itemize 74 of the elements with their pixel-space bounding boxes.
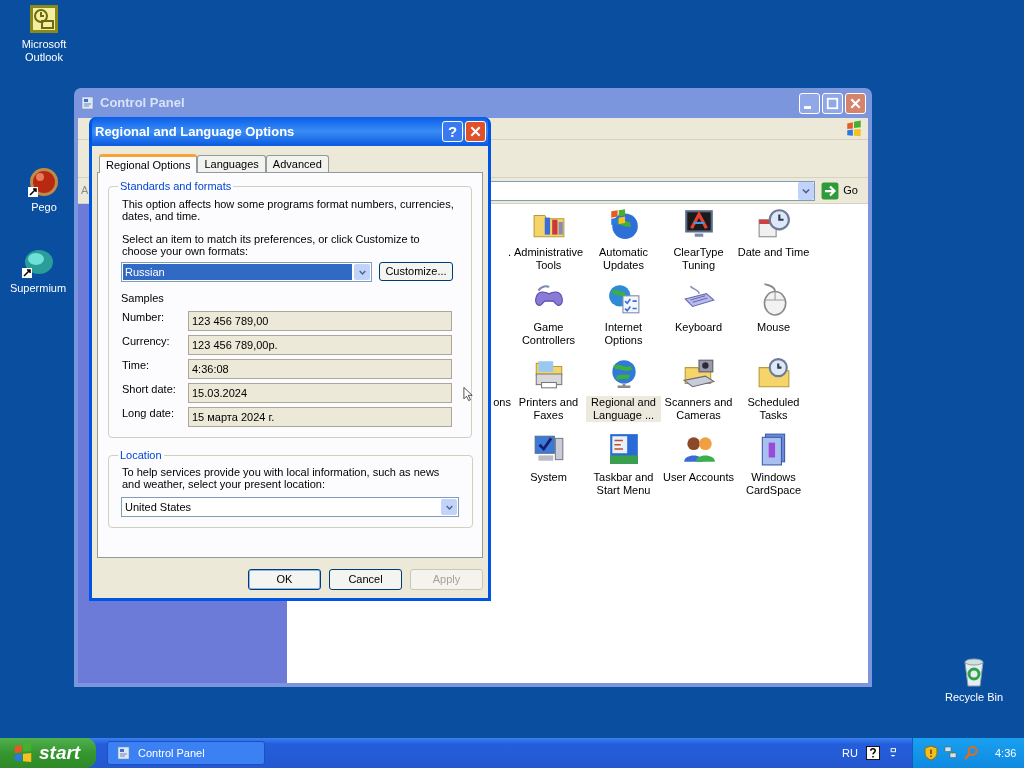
control-panel-item[interactable]: Scanners and Cameras [661, 396, 736, 422]
start-button[interactable]: start [0, 738, 96, 768]
maximize-button[interactable] [822, 92, 843, 114]
window-title: Control Panel [100, 94, 186, 113]
field-label: Number: [122, 311, 166, 324]
control-panel-item[interactable]: Taskbar and Start Menu [586, 471, 661, 497]
item-label[interactable]: . [507, 246, 511, 259]
control-panel-item[interactable]: System [529, 471, 568, 484]
network-icon[interactable] [943, 745, 959, 761]
item-label[interactable]: ons [493, 396, 511, 409]
windows-flag-icon [12, 742, 34, 764]
field-label: Currency: [122, 335, 171, 348]
clock: 4:36 [995, 745, 1017, 761]
location-select[interactable]: United States [121, 497, 459, 517]
desktop-icon-label[interactable]: Microsoft Outlook [8, 38, 80, 64]
customize-button[interactable]: Customize... [379, 262, 453, 281]
dropdown-button[interactable] [798, 181, 815, 200]
control-panel-icon [116, 745, 132, 761]
group-label: Standards and formats [119, 180, 233, 193]
control-panel-item[interactable]: Keyboard [673, 321, 724, 334]
language-indicator[interactable]: RU [842, 744, 858, 762]
sample-field: 123 456 789,00 [188, 311, 452, 331]
control-panel-item[interactable]: Scheduled Tasks [736, 396, 811, 422]
minimize-icon [804, 105, 811, 109]
description-text: Select an item to match its preferences, or click Customize to choose your own formats: [122, 233, 421, 257]
tab[interactable]: Advanced [265, 155, 329, 172]
desktop-icon-label[interactable]: Recycle Bin [944, 691, 1004, 704]
help-button[interactable]: ? [442, 121, 463, 142]
dialog-title: Regional and Language Options [95, 122, 296, 141]
control-panel-item[interactable]: Windows CardSpace [736, 471, 811, 497]
ball-icon[interactable] [28, 166, 60, 198]
dropdown-button[interactable] [354, 264, 370, 280]
help-icon[interactable] [866, 746, 880, 760]
control-panel-item[interactable]: Mouse [756, 321, 791, 334]
dialog-button[interactable]: OK [248, 569, 321, 590]
sample-field: 15 марта 2024 г. [188, 407, 452, 427]
control-panel-item[interactable]: Date and Time [736, 246, 811, 259]
tab[interactable]: Regional Options [99, 154, 198, 173]
field-label: Short date: [122, 383, 177, 396]
control-panel-item[interactable]: Internet Options [586, 321, 661, 347]
close-button[interactable] [465, 121, 486, 142]
dialog-button[interactable]: Cancel [329, 569, 402, 590]
control-panel-item[interactable]: Regional and Language ... [586, 396, 661, 422]
dropdown-button[interactable] [441, 499, 457, 515]
minimize-button[interactable] [799, 92, 820, 114]
go-button[interactable]: Go [819, 180, 860, 201]
control-panel-item[interactable]: Automatic Updates [586, 246, 661, 272]
control-panel-icon [80, 95, 96, 111]
windows-flag-icon [844, 119, 864, 138]
control-panel-item[interactable]: Printers and Faxes [511, 396, 586, 422]
sample-field: 15.03.2024 [188, 383, 452, 403]
control-panel-item[interactable]: Administrative Tools [511, 246, 586, 272]
sample-field: 4:36:08 [188, 359, 452, 379]
control-panel-item[interactable]: User Accounts [662, 471, 735, 484]
group-label: Location [119, 449, 163, 462]
desktop-icon-label[interactable]: Supermium [9, 282, 67, 295]
shield-icon[interactable] [923, 745, 939, 761]
address-label: A [81, 183, 89, 199]
field-label: Long date: [122, 407, 175, 420]
sample-field: 123 456 789,00р. [188, 335, 452, 355]
close-button[interactable] [845, 92, 866, 114]
field-label: Time: [122, 359, 151, 372]
tab[interactable]: Languages [197, 155, 266, 172]
section-label: Samples [121, 292, 165, 305]
format-select[interactable]: Russian [121, 262, 372, 282]
sphere-icon[interactable] [22, 247, 54, 279]
desktop-icon-label[interactable]: Pego [31, 201, 57, 214]
control-panel-item[interactable]: Game Controllers [511, 321, 586, 347]
description-text: This option affects how some programs format numbers, currencies, dates, and time. [122, 198, 455, 222]
globe-checklist-icon[interactable] [606, 282, 641, 316]
taskbar-button[interactable]: Control Panel [107, 741, 265, 765]
control-panel-item[interactable]: ClearType Tuning [661, 246, 736, 272]
description-text: To help services provide you with local information, such as news and weather, select your present location: [122, 466, 441, 490]
go-arrow-icon [821, 181, 840, 200]
